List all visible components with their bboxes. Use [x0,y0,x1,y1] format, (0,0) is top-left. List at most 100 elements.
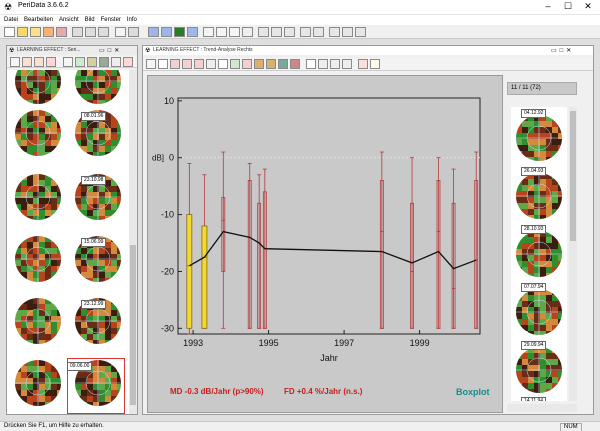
field-cell [27,116,33,122]
context-help-icon[interactable] [216,27,227,37]
cursor-icon[interactable] [158,59,168,69]
compare-icon[interactable] [329,27,340,37]
print-icon[interactable] [115,27,126,37]
import-icon[interactable] [30,27,41,37]
comment-icon[interactable] [218,59,228,69]
paste-icon[interactable] [98,27,109,37]
field-cell [39,216,45,220]
help-icon[interactable] [203,27,214,37]
visual-field-plot[interactable] [516,347,562,393]
visual-field-plot[interactable] [15,70,61,104]
grid-icon[interactable] [75,57,85,67]
field-overlay-icon[interactable] [278,59,288,69]
info-icon[interactable] [63,57,73,67]
export-icon[interactable] [43,27,54,37]
help-icon[interactable] [146,59,156,69]
menu-fenster[interactable]: Fenster [101,15,121,25]
field-cell [516,185,522,191]
eye-icon[interactable] [22,57,32,67]
trend-hscrollbar[interactable] [507,404,577,412]
field-deviation-icon[interactable] [290,59,300,69]
maximize-button[interactable]: ☐ [560,1,576,12]
graph-icon[interactable] [170,59,180,69]
zoom-icon[interactable] [306,59,316,69]
menu-bild[interactable]: Bild [85,15,95,25]
print-icon[interactable] [342,59,352,69]
export-db-icon[interactable] [313,27,324,37]
field-cell [99,134,105,140]
visual-field-plot[interactable] [516,231,562,277]
menu-datei[interactable]: Datei [4,15,18,25]
emoji-icon[interactable] [358,59,368,69]
field-cell [57,390,61,396]
window-split-icon[interactable] [161,27,172,37]
scatter-icon[interactable] [230,59,240,69]
field-cell [21,278,27,282]
color-scale-icon[interactable] [87,57,97,67]
trend-scrollbar[interactable] [569,107,577,401]
close-button[interactable]: ✕ [580,1,596,12]
field-cell [51,210,57,216]
preview-icon[interactable] [128,27,139,37]
settings-icon[interactable] [242,27,253,37]
grid-toggle-icon[interactable] [330,59,340,69]
table-icon[interactable] [206,59,216,69]
visual-field-plot[interactable] [15,360,61,406]
new-file-icon[interactable] [4,27,15,37]
visual-field-plot[interactable] [15,236,61,282]
series-scrollbar-thumb[interactable] [130,245,136,405]
calc-icon[interactable] [318,59,328,69]
profile-icon[interactable] [194,59,204,69]
window-single-icon[interactable] [148,27,159,37]
window-tile-icon[interactable] [187,27,198,37]
visual-field-plot[interactable] [15,110,61,156]
help-icon[interactable] [10,57,20,67]
field-cell [528,273,534,277]
field-cell [75,122,81,128]
delete-icon[interactable] [56,27,67,37]
visual-field-plot[interactable] [516,289,562,335]
field-view-icon[interactable] [174,27,185,37]
box-iqr[interactable] [201,225,208,329]
series-field-grid[interactable]: 08.01.96 23.10.98 15.06.99 23.12.99 09.06.00 [7,70,129,414]
box-iqr[interactable] [186,214,193,329]
visual-field-plot[interactable] [15,174,61,220]
visual-field-plot[interactable] [15,298,61,344]
visual-field-plot[interactable] [516,173,562,219]
series-window-controls[interactable]: ▭□✕ [99,47,135,54]
copy-icon[interactable] [85,27,96,37]
series-scrollbar[interactable] [129,70,137,414]
print-icon[interactable] [111,57,121,67]
trend-icon[interactable] [182,59,192,69]
field-cell [57,198,61,204]
close-cross-icon[interactable] [123,57,133,67]
tools-icon[interactable] [355,27,366,37]
visual-field-plot[interactable] [516,115,562,161]
cut-icon[interactable] [72,27,83,37]
field-icon[interactable] [99,57,109,67]
menu-bearbeiten[interactable]: Bearbeiten [24,15,53,25]
info-icon[interactable] [229,27,240,37]
menu-ansicht[interactable]: Ansicht [59,15,79,25]
series-icon[interactable] [284,27,295,37]
archive-icon[interactable] [342,27,353,37]
visual-field-plot[interactable] [75,70,121,104]
target-icon[interactable] [34,57,44,67]
database-icon[interactable] [300,27,311,37]
trend-window-controls[interactable]: ▭□✕ [551,47,591,54]
exam-list-icon[interactable] [271,27,282,37]
field-cell [81,122,87,128]
field-cell [81,70,87,76]
minimize-button[interactable]: – [540,1,556,11]
menu-info[interactable]: Info [127,15,137,25]
field-gray-icon[interactable] [266,59,276,69]
patient-list-icon[interactable] [258,27,269,37]
stop-icon[interactable] [46,57,56,67]
field-cell [45,396,51,402]
trend-field-column[interactable]: 04.12.92 26.04.93 28.10.93 07.07.94 29.09.94… [511,107,567,401]
star-icon[interactable] [370,59,380,69]
field-color-icon[interactable] [254,59,264,69]
open-folder-icon[interactable] [17,27,28,37]
arrows-icon[interactable] [242,59,252,69]
trend-scrollbar-thumb[interactable] [570,111,576,241]
